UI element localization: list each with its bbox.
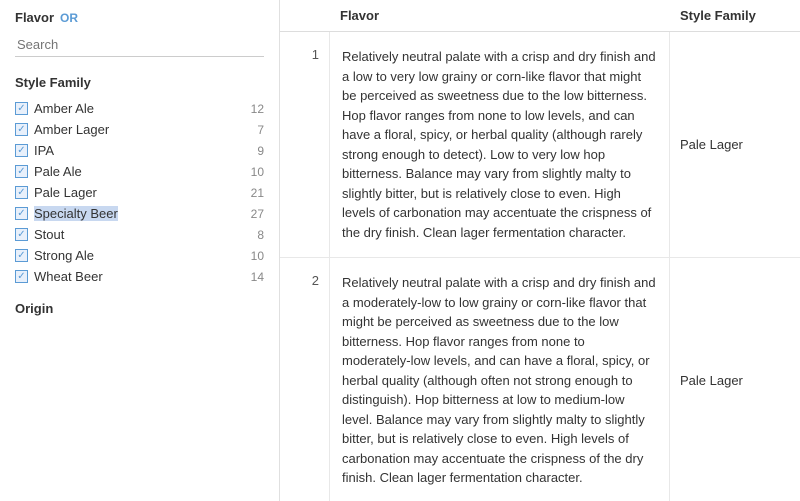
filter-checkbox[interactable] bbox=[15, 207, 28, 220]
filter-item[interactable]: Amber Lager 7 bbox=[15, 119, 264, 140]
filter-checkbox[interactable] bbox=[15, 102, 28, 115]
filter-label: Pale Lager bbox=[34, 185, 97, 200]
cell-style: Pale Lager bbox=[670, 32, 800, 257]
filter-checkbox[interactable] bbox=[15, 165, 28, 178]
filter-item[interactable]: IPA 9 bbox=[15, 140, 264, 161]
table-body: 1Relatively neutral palate with a crisp … bbox=[280, 32, 800, 501]
cell-style: Pale Lager bbox=[670, 258, 800, 501]
flavor-or-label: OR bbox=[60, 11, 78, 25]
filter-checkbox[interactable] bbox=[15, 186, 28, 199]
origin-title: Origin bbox=[15, 301, 264, 316]
filter-count: 27 bbox=[251, 207, 264, 221]
filter-checkbox[interactable] bbox=[15, 144, 28, 157]
filter-count: 14 bbox=[251, 270, 264, 284]
filter-count: 8 bbox=[257, 228, 264, 242]
filter-count: 21 bbox=[251, 186, 264, 200]
table-row: 1Relatively neutral palate with a crisp … bbox=[280, 32, 800, 258]
col-style-header: Style Family bbox=[670, 8, 800, 23]
cell-flavor: Relatively neutral palate with a crisp a… bbox=[330, 32, 670, 257]
filter-checkbox[interactable] bbox=[15, 123, 28, 136]
search-input[interactable] bbox=[15, 33, 264, 57]
filter-item[interactable]: Specialty Beer 27 bbox=[15, 203, 264, 224]
filter-list: Amber Ale12Amber Lager7IPA9Pale Ale10Pal… bbox=[15, 98, 264, 287]
filter-item[interactable]: Amber Ale 12 bbox=[15, 98, 264, 119]
filter-label: Wheat Beer bbox=[34, 269, 103, 284]
filter-count: 10 bbox=[251, 249, 264, 263]
filter-item[interactable]: Wheat Beer 14 bbox=[15, 266, 264, 287]
filter-item[interactable]: Pale Lager 21 bbox=[15, 182, 264, 203]
table-header: Flavor Style Family bbox=[280, 0, 800, 32]
filter-count: 9 bbox=[257, 144, 264, 158]
col-num-header bbox=[280, 8, 330, 23]
cell-flavor: Relatively neutral palate with a crisp a… bbox=[330, 258, 670, 501]
flavor-title: Flavor bbox=[15, 10, 54, 25]
filter-label: Pale Ale bbox=[34, 164, 82, 179]
col-flavor-header: Flavor bbox=[330, 8, 670, 23]
sidebar: Flavor OR Style Family Amber Ale12Amber … bbox=[0, 0, 280, 501]
filter-item[interactable]: Stout 8 bbox=[15, 224, 264, 245]
filter-label: Specialty Beer bbox=[34, 206, 118, 221]
cell-num: 2 bbox=[280, 258, 330, 501]
filter-label: Amber Lager bbox=[34, 122, 109, 137]
filter-checkbox[interactable] bbox=[15, 249, 28, 262]
filter-item[interactable]: Strong Ale 10 bbox=[15, 245, 264, 266]
filter-label: Stout bbox=[34, 227, 64, 242]
filter-count: 10 bbox=[251, 165, 264, 179]
filter-item[interactable]: Pale Ale 10 bbox=[15, 161, 264, 182]
filter-checkbox[interactable] bbox=[15, 270, 28, 283]
filter-label: Strong Ale bbox=[34, 248, 94, 263]
filter-checkbox[interactable] bbox=[15, 228, 28, 241]
style-family-title: Style Family bbox=[15, 75, 264, 90]
main-content: Flavor Style Family 1Relatively neutral … bbox=[280, 0, 800, 501]
filter-label: IPA bbox=[34, 143, 54, 158]
filter-count: 7 bbox=[257, 123, 264, 137]
flavor-filter-header: Flavor OR bbox=[15, 10, 264, 25]
filter-label: Amber Ale bbox=[34, 101, 94, 116]
filter-count: 12 bbox=[251, 102, 264, 116]
table-row: 2Relatively neutral palate with a crisp … bbox=[280, 258, 800, 501]
cell-num: 1 bbox=[280, 32, 330, 257]
